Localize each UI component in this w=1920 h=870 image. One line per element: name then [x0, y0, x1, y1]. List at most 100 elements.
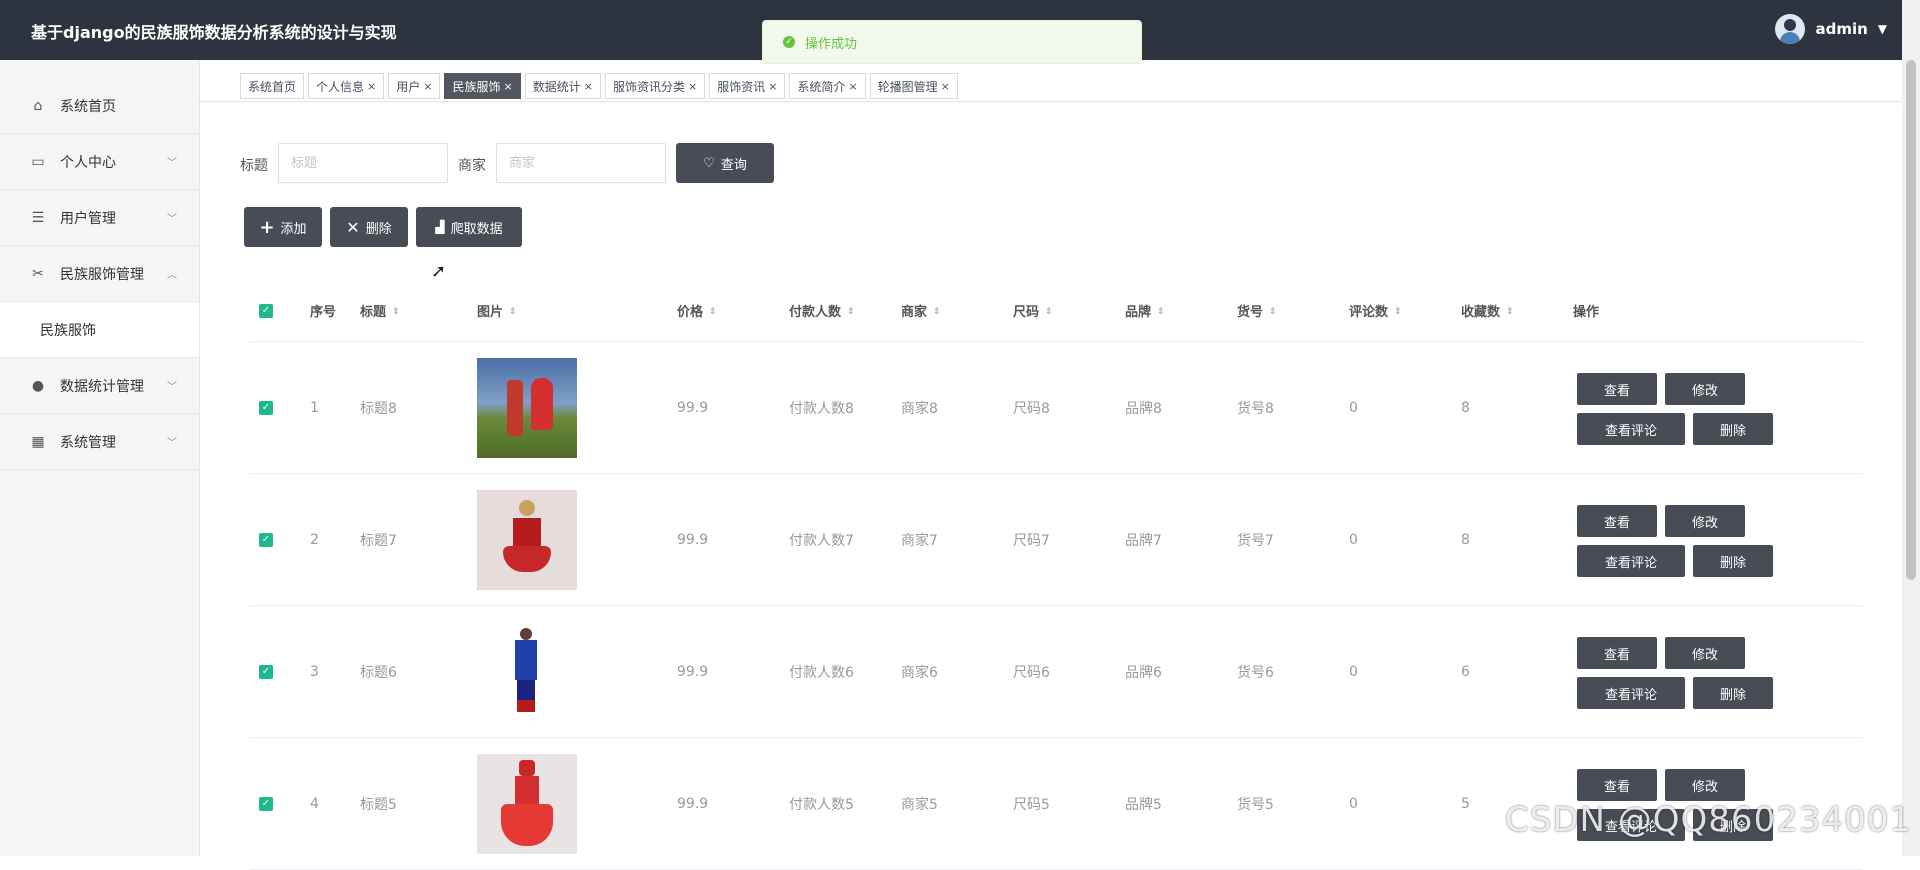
header-index: 序号	[310, 305, 337, 320]
sidebar-subitem-costume[interactable]: 民族服饰	[0, 302, 199, 358]
sort-icon[interactable]: ⇕	[709, 308, 717, 317]
scrollbar-thumb[interactable]	[1906, 60, 1916, 580]
view-button[interactable]: 查看	[1577, 769, 1657, 801]
tab-news[interactable]: 服饰资讯 ×	[709, 73, 786, 99]
crawl-button-label: 爬取数据	[450, 221, 503, 237]
header-payers[interactable]: 付款人数 ⇕	[789, 301, 855, 320]
title-search-input[interactable]	[278, 143, 448, 183]
add-button[interactable]: + 添加	[244, 207, 322, 247]
view-button[interactable]: 查看	[1577, 373, 1657, 405]
row-brand: 品牌6	[1125, 664, 1162, 681]
sidebar-item-costume[interactable]: ✂ 民族服饰管理 ︿	[0, 246, 199, 302]
tab-home[interactable]: 系统首页	[240, 73, 305, 99]
close-icon[interactable]: ×	[848, 80, 857, 93]
row-brand: 品牌5	[1125, 796, 1162, 813]
delete-button[interactable]: ✕ 删除	[330, 207, 408, 247]
sort-icon[interactable]: ⇕	[1506, 308, 1514, 317]
close-icon[interactable]: ×	[504, 80, 513, 93]
sidebar-item-profile[interactable]: ▭ 个人中心 ﹀	[0, 134, 199, 190]
edit-button[interactable]: 修改	[1665, 373, 1745, 405]
edit-button[interactable]: 修改	[1665, 505, 1745, 537]
view-comments-button[interactable]: 查看评论	[1577, 545, 1685, 577]
query-button[interactable]: ♡ 查询	[676, 143, 774, 183]
costume-image[interactable]	[477, 357, 577, 458]
header-favorites[interactable]: 收藏数 ⇕	[1461, 301, 1514, 320]
tab-costume[interactable]: 民族服饰 ×	[444, 73, 521, 99]
close-icon[interactable]: ×	[941, 80, 950, 93]
page-scrollbar[interactable]	[1902, 0, 1920, 856]
tab-users[interactable]: 用户 ×	[388, 73, 441, 99]
header-shop[interactable]: 商家 ⇕	[901, 301, 941, 320]
header-label: 尺码	[1013, 305, 1040, 320]
header-label: 收藏数	[1461, 305, 1501, 320]
header-label: 商家	[901, 305, 928, 320]
row-checkbox[interactable]: ✓	[259, 400, 273, 415]
tab-profile[interactable]: 个人信息 ×	[308, 73, 385, 99]
tab-news-category[interactable]: 服饰资讯分类 ×	[604, 73, 706, 99]
caret-down-icon[interactable]: ▼	[1878, 22, 1887, 36]
sort-icon[interactable]: ⇕	[1157, 308, 1165, 317]
header-brand[interactable]: 品牌 ⇕	[1125, 301, 1165, 320]
shop-search-input[interactable]	[496, 143, 666, 183]
tab-intro[interactable]: 系统简介 ×	[789, 73, 866, 99]
costume-image[interactable]	[477, 621, 577, 722]
row-checkbox[interactable]: ✓	[259, 796, 273, 811]
sidebar-item-stats[interactable]: ● 数据统计管理 ﹀	[0, 358, 199, 414]
costume-image[interactable]	[477, 753, 577, 854]
header-price[interactable]: 价格 ⇕	[677, 301, 717, 320]
edit-button[interactable]: 修改	[1665, 769, 1745, 801]
tab-label: 轮播图管理	[877, 79, 938, 94]
header-sku[interactable]: 货号 ⇕	[1237, 301, 1277, 320]
close-icon[interactable]: ×	[768, 80, 777, 93]
select-all-checkbox[interactable]: ✓	[259, 303, 273, 318]
row-checkbox[interactable]: ✓	[259, 664, 273, 679]
view-comments-button[interactable]: 查看评论	[1577, 413, 1685, 445]
close-icon[interactable]: ×	[688, 80, 697, 93]
header-size[interactable]: 尺码 ⇕	[1013, 301, 1053, 320]
row-favorites: 8	[1461, 399, 1470, 416]
edit-button[interactable]: 修改	[1665, 637, 1745, 669]
sidebar-item-system[interactable]: ▦ 系统管理 ﹀	[0, 414, 199, 470]
row-index: 2	[310, 531, 319, 548]
user-menu[interactable]: admin ▼	[1775, 14, 1887, 44]
sort-icon[interactable]: ⇕	[1394, 308, 1402, 317]
header-title[interactable]: 标题 ⇕	[360, 301, 400, 320]
crawl-button[interactable]: ▟ 爬取数据	[416, 207, 522, 247]
tab-carousel[interactable]: 轮播图管理 ×	[869, 73, 958, 99]
tab-stats[interactable]: 数据统计 ×	[524, 73, 601, 99]
header-image[interactable]: 图片 ⇕	[477, 301, 517, 320]
avatar[interactable]	[1775, 14, 1806, 44]
user-name[interactable]: admin	[1815, 20, 1867, 38]
view-button[interactable]: 查看	[1577, 637, 1657, 669]
table-row: ✓ 2 标题7 99.9 付款人数7 商家7 尺码7 品牌7 货号7 0 8 查…	[250, 474, 1862, 606]
view-button[interactable]: 查看	[1577, 505, 1657, 537]
close-icon[interactable]: ×	[584, 80, 593, 93]
sort-icon[interactable]: ⇕	[509, 308, 517, 317]
sidebar-item-label: 系统首页	[60, 98, 116, 115]
tab-bar: 系统首页 个人信息 × 用户 × 民族服饰 × 数据统计 × 服饰资讯分类 × 服饰资讯 ×…	[240, 73, 958, 99]
sort-icon[interactable]: ⇕	[847, 308, 855, 317]
row-checkbox[interactable]: ✓	[259, 532, 273, 547]
sort-icon[interactable]: ⇕	[1269, 308, 1277, 317]
sort-icon[interactable]: ⇕	[392, 308, 400, 317]
costume-image[interactable]	[477, 489, 577, 590]
view-comments-button[interactable]: 查看评论	[1577, 677, 1685, 709]
close-icon[interactable]: ×	[423, 80, 432, 93]
table-header: ✓ 序号 标题 ⇕ 图片 ⇕ 价格 ⇕ 付款人数 ⇕ 商家 ⇕ 尺码 ⇕ 品牌 ⇕ 货号 ⇕ 评…	[250, 280, 1862, 342]
row-title: 标题6	[360, 664, 397, 681]
sidebar-item-users[interactable]: ☰ 用户管理 ﹀	[0, 190, 199, 246]
sort-icon[interactable]: ⇕	[933, 308, 941, 317]
close-icon[interactable]: ×	[367, 80, 376, 93]
watermark: CSDN @QQ860234001	[1505, 800, 1912, 840]
sort-icon[interactable]: ⇕	[1045, 308, 1053, 317]
row-size: 尺码7	[1013, 532, 1050, 549]
chevron-down-icon: ﹀	[167, 158, 177, 169]
row-delete-button[interactable]: 删除	[1693, 413, 1773, 445]
header-label: 货号	[1237, 305, 1264, 320]
row-shop: 商家6	[901, 664, 938, 681]
header-comments[interactable]: 评论数 ⇕	[1349, 301, 1402, 320]
row-delete-button[interactable]: 删除	[1693, 677, 1773, 709]
sidebar-item-home[interactable]: ⌂ 系统首页	[0, 78, 199, 134]
row-index: 3	[310, 663, 319, 680]
row-delete-button[interactable]: 删除	[1693, 545, 1773, 577]
